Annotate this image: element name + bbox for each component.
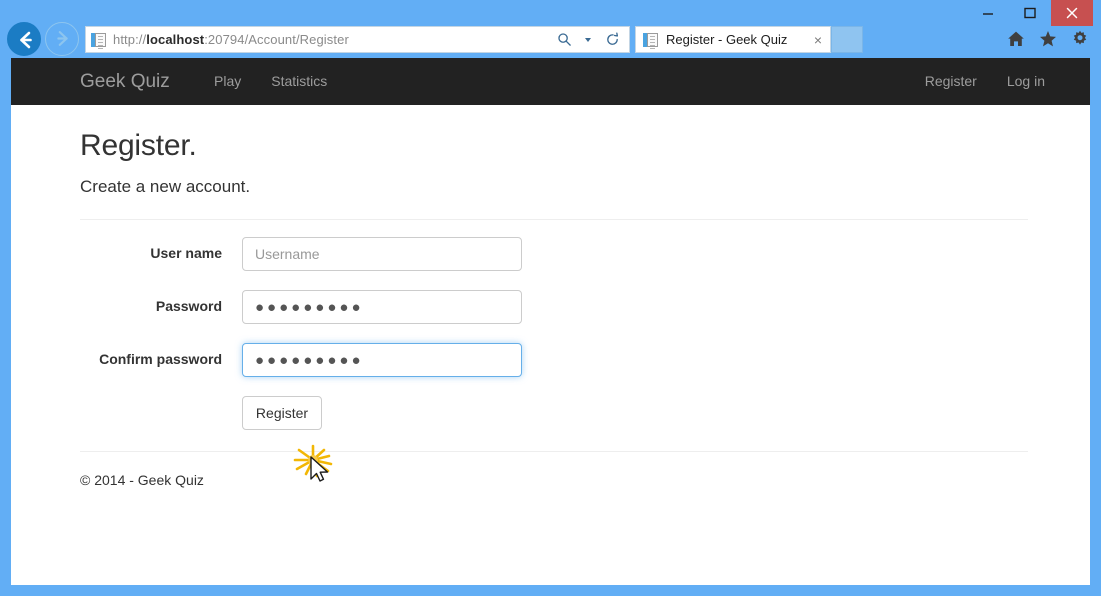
page-viewport: Geek Quiz Play Statistics Register Log i… (11, 58, 1090, 585)
nav-link-register[interactable]: Register (910, 58, 992, 105)
nav-link-statistics[interactable]: Statistics (256, 58, 342, 105)
address-bar-url[interactable]: http://localhost:20794/Account/Register (113, 32, 553, 47)
label-username: User name (80, 237, 242, 261)
chevron-down-icon[interactable] (577, 29, 599, 51)
url-host: localhost (146, 32, 204, 47)
browser-command-icons (1005, 28, 1091, 50)
site-footer: © 2014 - Geek Quiz (80, 452, 1050, 488)
browser-tab-title: Register - Geek Quiz (666, 32, 809, 47)
confirm-password-input[interactable] (242, 343, 522, 377)
site-brand[interactable]: Geek Quiz (80, 58, 170, 105)
form-row-username: User name (80, 237, 1050, 271)
nav-link-login[interactable]: Log in (992, 58, 1060, 105)
site-navbar: Geek Quiz Play Statistics Register Log i… (11, 58, 1090, 105)
form-row-confirm-password: Confirm password (80, 343, 1050, 377)
search-icon[interactable] (553, 29, 575, 51)
browser-tab[interactable]: Register - Geek Quiz × (635, 26, 831, 53)
page-icon (643, 32, 659, 48)
password-input[interactable] (242, 290, 522, 324)
label-confirm-password: Confirm password (80, 343, 242, 367)
form-row-password: Password (80, 290, 1050, 324)
nav-link-play[interactable]: Play (199, 58, 256, 105)
navbar-left-links: Play Statistics (199, 58, 342, 105)
username-input[interactable] (242, 237, 522, 271)
home-icon[interactable] (1005, 28, 1027, 50)
page-title: Register. (80, 105, 1050, 163)
refresh-icon[interactable] (601, 29, 623, 51)
window-controls (967, 0, 1093, 26)
new-tab-button[interactable] (831, 26, 863, 53)
url-scheme: http:// (113, 32, 146, 47)
minimize-icon[interactable] (967, 0, 1009, 26)
label-password: Password (80, 290, 242, 314)
back-arrow-icon[interactable] (7, 22, 41, 56)
gear-icon[interactable] (1069, 28, 1091, 50)
star-icon[interactable] (1037, 28, 1059, 50)
register-button[interactable]: Register (242, 396, 322, 430)
browser-titlebar: http://localhost:20794/Account/Register (0, 0, 1101, 58)
browser-window: http://localhost:20794/Account/Register (0, 0, 1101, 596)
page-icon (91, 32, 107, 48)
page-subtitle: Create a new account. (80, 163, 1050, 197)
address-bar[interactable]: http://localhost:20794/Account/Register (85, 26, 630, 53)
close-icon[interactable] (1051, 0, 1093, 26)
register-form: User name Password Confirm password Regi… (80, 220, 1050, 430)
form-row-submit: Register (80, 396, 1050, 430)
close-icon[interactable]: × (809, 29, 827, 51)
url-path: :20794/Account/Register (204, 32, 349, 47)
forward-arrow-icon[interactable] (45, 22, 79, 56)
navbar-right-links: Register Log in (910, 58, 1060, 105)
maximize-icon[interactable] (1009, 0, 1051, 26)
page-content: Register. Create a new account. User nam… (11, 105, 1090, 488)
